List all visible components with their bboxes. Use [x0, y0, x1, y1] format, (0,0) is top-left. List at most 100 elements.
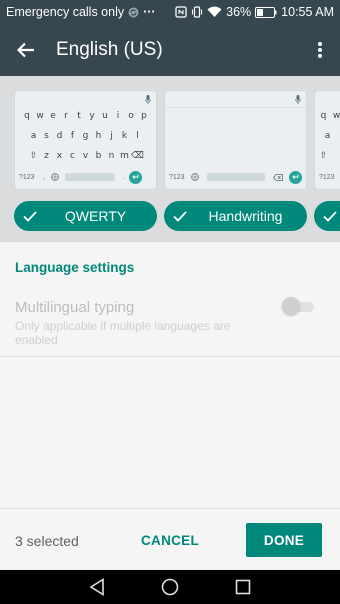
battery-percent: 36%: [226, 5, 252, 19]
more-dots-icon: ···: [143, 5, 156, 19]
qwerty-key: g: [82, 131, 89, 141]
clock: 10:55 AM: [281, 5, 334, 19]
qwerty-row-1: qwertyuiop: [15, 111, 156, 121]
arrow-back-icon: [17, 42, 34, 58]
qwerty-key: d: [56, 131, 63, 141]
layout-carousel[interactable]: qwertyuiop asdfghjkl ⇧ z x c v b n m ⌫ ?123 , . …: [0, 76, 340, 242]
third-row-2: a: [315, 131, 340, 141]
comma-key-label: ,: [43, 173, 45, 181]
enter-key-icon: [129, 170, 142, 184]
back-triangle-icon: [89, 578, 104, 596]
nav-recents-button[interactable]: [228, 572, 258, 602]
home-circle-icon: [161, 578, 179, 596]
cancel-button[interactable]: CANCEL: [132, 523, 208, 557]
qwerty-key: b: [95, 151, 102, 161]
switch-thumb: [282, 297, 300, 315]
num-key-label: ?123: [319, 173, 335, 181]
globe-icon: [49, 173, 61, 181]
period-key-label: .: [123, 173, 125, 181]
qwerty-key: y: [89, 111, 95, 121]
mic-icon: [145, 95, 151, 104]
qwerty-key: u: [102, 111, 108, 121]
overflow-menu-button[interactable]: [300, 24, 340, 76]
qwerty-key: v: [82, 151, 89, 161]
qwerty-key: q: [24, 111, 30, 121]
num-key-label: ?123: [19, 173, 35, 181]
system-nav-bar: [0, 570, 340, 604]
third-layout-toggle[interactable]: [314, 201, 340, 231]
page-title: English (US): [56, 39, 163, 60]
vibrate-icon: [191, 6, 203, 18]
done-button[interactable]: DONE: [246, 523, 322, 557]
multilingual-typing-summary: Only applicable if multiple languages ar…: [15, 319, 231, 347]
third-key: w: [332, 111, 340, 121]
qwerty-key: x: [56, 151, 63, 161]
mic-icon: [295, 95, 301, 104]
qwerty-key: l: [136, 131, 139, 141]
battery-icon: [255, 6, 277, 18]
qwerty-key: i: [116, 111, 120, 121]
third-row-3: ⇧: [315, 151, 340, 161]
sync-icon: [128, 7, 139, 18]
carrier-text: Emergency calls only: [6, 5, 125, 19]
qwerty-key: ⌫: [131, 151, 144, 161]
qwerty-key: m: [120, 151, 129, 161]
qwerty-key: p: [141, 111, 147, 121]
backspace-icon: [271, 173, 285, 181]
back-button[interactable]: [0, 24, 52, 76]
multilingual-typing-switch[interactable]: [282, 297, 316, 315]
qwerty-layout-preview[interactable]: qwertyuiop asdfghjkl ⇧ z x c v b n m ⌫ ?123 , .: [14, 90, 157, 190]
qwerty-key: w: [36, 111, 44, 121]
qwerty-key: c: [70, 151, 75, 161]
qwerty-key: f: [70, 131, 75, 141]
enter-key-icon: [289, 170, 302, 184]
check-icon: [173, 211, 187, 222]
selection-footer: 3 selected CANCEL DONE: [0, 508, 340, 570]
qwerty-key: ⇧: [29, 151, 38, 161]
nav-home-button[interactable]: [155, 572, 185, 602]
handwriting-area: [165, 107, 306, 169]
qwerty-key: k: [121, 131, 128, 141]
qwerty-key: o: [128, 111, 134, 121]
third-key: ⇧: [319, 151, 328, 161]
third-layout-preview[interactable]: qw a ⇧ ?123: [314, 90, 340, 190]
wifi-icon: [207, 6, 222, 18]
qwerty-key: s: [44, 131, 49, 141]
handwriting-layout-preview[interactable]: ?123: [164, 90, 307, 190]
qwerty-key: e: [50, 111, 56, 121]
qwerty-key: j: [110, 131, 113, 141]
third-bottom-row: ?123: [319, 171, 340, 183]
handwriting-layout-toggle[interactable]: Handwriting: [164, 201, 307, 231]
qwerty-layout-toggle[interactable]: QWERTY: [14, 201, 157, 231]
status-bar: Emergency calls only ··· 36% 10:55 AM: [0, 0, 340, 24]
third-key: a: [324, 131, 331, 141]
qwerty-row-3: ⇧ z x c v b n m ⌫: [15, 151, 156, 161]
language-settings: Language settings Multilingual typing On…: [0, 242, 340, 508]
qwerty-key: a: [30, 131, 37, 141]
qwerty-row-2: asdfghjkl: [15, 131, 156, 141]
third-row-1: qw: [315, 111, 340, 121]
nav-back-button[interactable]: [82, 572, 112, 602]
qwerty-key: t: [77, 111, 81, 121]
qwerty-key: z: [44, 151, 49, 161]
selected-count: 3 selected: [15, 533, 79, 549]
nfc-icon: [175, 6, 187, 18]
qwerty-key: r: [64, 111, 68, 121]
app-bar: English (US): [0, 24, 340, 76]
divider: [0, 356, 340, 357]
num-key-label: ?123: [169, 173, 185, 181]
handwriting-bottom-row: ?123: [169, 170, 302, 184]
multilingual-typing-title: Multilingual typing: [15, 299, 135, 316]
section-title: Language settings: [15, 260, 135, 275]
qwerty-bottom-row: ?123 , .: [19, 170, 152, 184]
globe-icon: [189, 173, 201, 181]
more-vert-icon: [318, 42, 322, 58]
qwerty-key: h: [95, 131, 102, 141]
handwriting-topbar: [165, 91, 306, 107]
recents-square-icon: [236, 579, 251, 595]
check-icon: [23, 211, 37, 222]
third-key: q: [320, 111, 327, 121]
check-icon: [323, 211, 337, 222]
space-key: [65, 173, 115, 181]
qwerty-key: n: [108, 151, 115, 161]
